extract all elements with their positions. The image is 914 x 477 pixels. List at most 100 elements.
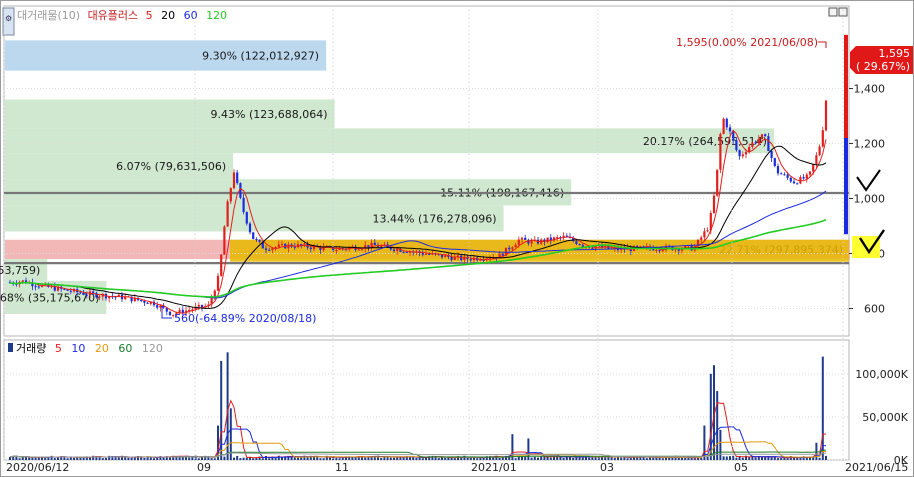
candle-body	[421, 252, 424, 255]
candle-body	[156, 305, 159, 308]
candle-body	[757, 138, 760, 143]
candle-body	[741, 154, 744, 157]
candle-body	[824, 100, 828, 131]
candle-body	[812, 163, 815, 172]
candle-body	[287, 244, 290, 249]
candle-body	[517, 239, 520, 245]
legend-ma5: 5	[146, 9, 153, 22]
volume-bar	[21, 457, 24, 460]
candle-body	[808, 171, 812, 175]
candle-body	[508, 247, 511, 250]
candle-body	[469, 259, 472, 261]
volume-bar	[268, 458, 271, 460]
volume-bar	[341, 457, 344, 460]
candle-body	[223, 226, 226, 255]
volume-bar	[588, 457, 591, 460]
volume-bar	[770, 457, 773, 460]
volume-bar	[274, 457, 277, 460]
candle-body	[575, 240, 578, 245]
volume-bar	[668, 457, 671, 460]
volume-bar	[412, 457, 415, 460]
candle-body	[722, 118, 725, 134]
volume-bar	[460, 457, 463, 460]
candle-body	[140, 300, 143, 302]
candle-body	[546, 237, 549, 242]
candle-body	[367, 245, 370, 248]
candle-body	[21, 280, 24, 282]
volume-profile-label: 6.07% (79,631,506)	[116, 160, 226, 173]
candle-body	[703, 231, 706, 238]
volume-bar	[773, 456, 776, 460]
candle-body	[335, 249, 338, 251]
volume-bar	[242, 457, 245, 460]
volume-bar	[821, 356, 824, 460]
candle-body	[738, 150, 741, 157]
candle-body	[82, 293, 85, 295]
volume-bar	[652, 457, 655, 460]
volume-bar	[716, 391, 719, 460]
candle-body	[268, 249, 271, 251]
volume-bar	[322, 458, 325, 460]
volume-bar	[444, 457, 447, 460]
candle-body	[98, 296, 101, 298]
volume-bar	[476, 458, 479, 460]
volume-bar	[101, 458, 104, 460]
volume-bar	[777, 458, 779, 460]
volume-bar	[409, 457, 411, 460]
volume-bar	[380, 458, 383, 460]
volume-bar	[681, 457, 683, 460]
volume-legend-title: 거래량	[16, 342, 46, 355]
volume-bar	[82, 457, 85, 460]
volume-profile-label: 13.44% (176,278,096)	[373, 212, 497, 225]
candle-body	[293, 246, 296, 248]
y-tick-label: 1,400	[854, 83, 886, 96]
vol-tick-label: 50,000K	[862, 411, 908, 424]
volume-bar	[626, 458, 629, 460]
candle-body	[277, 244, 280, 247]
candle-body	[530, 240, 533, 244]
volume-bar	[393, 457, 395, 460]
volume-bar	[725, 456, 728, 460]
candle-body	[373, 242, 376, 245]
candle-body	[463, 256, 466, 261]
volume-bar	[98, 457, 101, 460]
volume-bar	[319, 458, 322, 460]
candle-body	[402, 251, 405, 253]
candle-body	[248, 223, 252, 233]
volume-bar	[421, 458, 424, 460]
candle-body	[818, 146, 821, 156]
volume-bar	[44, 457, 47, 460]
volume-bar	[473, 457, 475, 460]
vol-tick-label: 100,000K	[855, 368, 908, 381]
volume-bar	[297, 457, 299, 460]
candle-body	[216, 275, 220, 291]
minimize-button[interactable]	[828, 7, 838, 17]
candle-body	[520, 237, 524, 240]
legend-ma120: 120	[206, 9, 227, 22]
volume-bar	[796, 457, 799, 460]
volume-bar	[453, 458, 456, 460]
volume-bar	[677, 457, 680, 460]
volume-bar	[31, 457, 34, 460]
volume-bar	[130, 457, 133, 460]
candle-body	[767, 136, 770, 152]
candle-body	[424, 253, 428, 255]
volume-bar	[354, 457, 357, 460]
candle-body	[728, 127, 732, 132]
candle-body	[773, 158, 776, 167]
legend-ma60: 60	[184, 9, 198, 22]
volume-bar	[562, 457, 565, 460]
volume-bar	[124, 457, 127, 460]
candle-body	[252, 232, 255, 240]
volume-bar	[697, 458, 699, 460]
candle-body	[796, 183, 799, 185]
candle-body	[479, 259, 482, 261]
volume-bar	[66, 458, 69, 460]
volume-bar	[28, 457, 31, 460]
volume-bar	[188, 457, 191, 460]
candle-body	[69, 290, 72, 292]
candle-body	[229, 188, 232, 202]
volume-bar	[530, 457, 533, 460]
candle-body	[514, 244, 517, 248]
candle-body	[396, 248, 399, 251]
